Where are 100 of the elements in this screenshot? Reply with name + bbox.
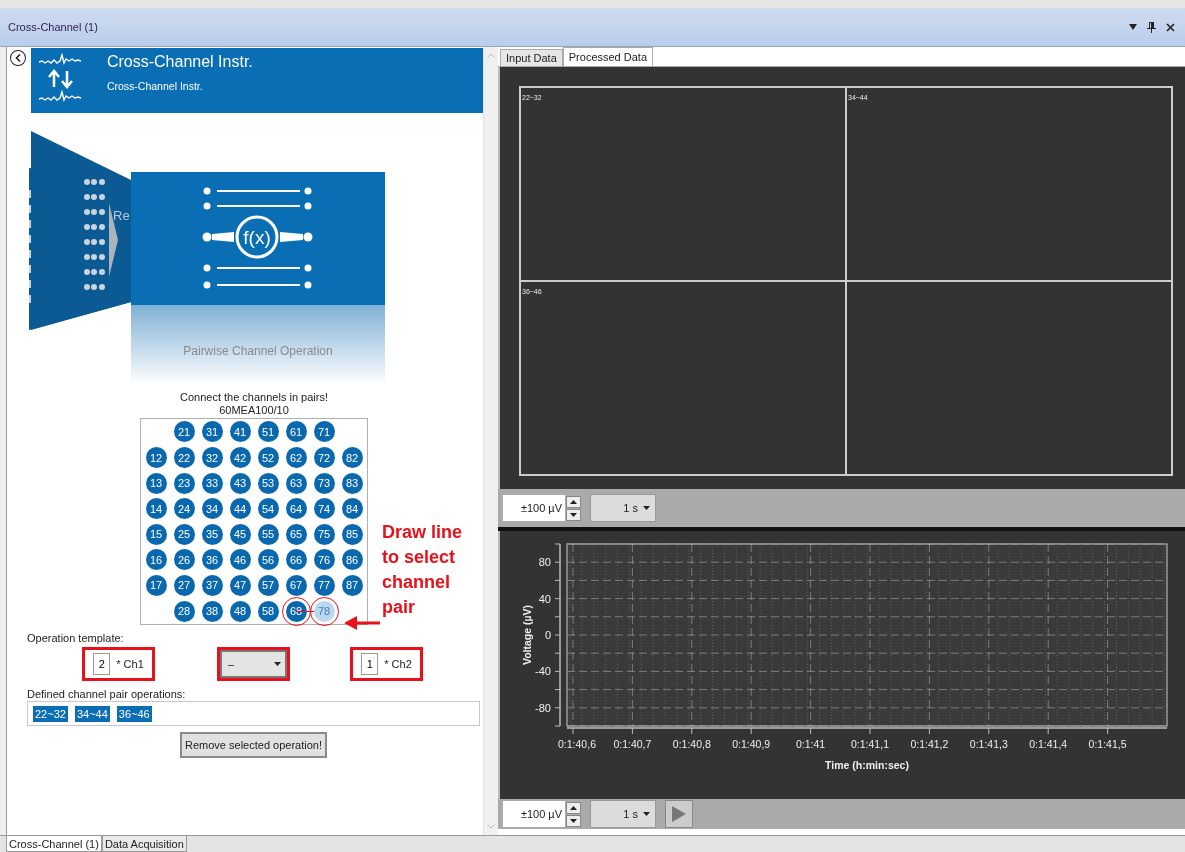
range-field[interactable]: ±100 µV <box>503 801 565 827</box>
electrode-button[interactable]: 13 <box>145 472 167 494</box>
electrode-button[interactable]: 66 <box>285 549 307 571</box>
electrode-button[interactable]: 27 <box>173 575 195 596</box>
layout-name: 60MEA100/10 <box>219 404 289 417</box>
document-tab[interactable]: Data Acquisition <box>101 836 187 852</box>
play-icon <box>672 806 686 822</box>
duration-dropdown[interactable]: 1 s <box>590 800 656 828</box>
annotation-text: to select <box>382 546 457 569</box>
electrode-button[interactable]: 77 <box>313 575 335 596</box>
electrode-button[interactable]: 14 <box>145 498 167 520</box>
electrode-button[interactable]: 71 <box>313 421 335 443</box>
range-field[interactable]: ±100 µV <box>503 495 565 521</box>
view-tab[interactable]: Input Data <box>500 49 563 66</box>
electrode-button[interactable]: 54 <box>257 498 279 520</box>
electrode-button[interactable]: 44 <box>229 498 251 520</box>
electrode-button[interactable]: 61 <box>285 421 307 443</box>
electrode-button[interactable]: 67 <box>285 575 307 596</box>
electrode-button[interactable]: 42 <box>229 447 251 468</box>
electrode-button[interactable]: 16 <box>145 549 167 571</box>
electrode-button[interactable]: 47 <box>229 575 251 596</box>
electrode-button[interactable]: 63 <box>285 472 307 494</box>
electrode-button[interactable]: 58 <box>257 600 279 622</box>
y-axis-title: Voltage (µV) <box>521 604 533 666</box>
electrode-button[interactable]: 78 <box>313 600 335 622</box>
electrode-button[interactable]: 15 <box>145 523 167 545</box>
x-axis-title: Time (h:min:sec) <box>825 759 909 771</box>
electrode-button[interactable]: 31 <box>201 421 223 443</box>
x-tick-label: 0:1:41,2 <box>910 738 949 750</box>
electrode-button[interactable]: 56 <box>257 549 279 571</box>
electrode-button[interactable]: 85 <box>341 523 363 545</box>
electrode-button[interactable]: 21 <box>173 421 195 443</box>
electrode-button[interactable]: 53 <box>257 472 279 494</box>
operation-item[interactable]: 22~32 <box>33 705 68 722</box>
electrode-button[interactable]: 84 <box>341 498 363 520</box>
electrode-button[interactable]: 26 <box>173 549 195 571</box>
dropdown-icon[interactable] <box>1129 24 1137 30</box>
electrode-button[interactable]: 34 <box>201 498 223 520</box>
caret-icon <box>643 812 650 816</box>
spin-down-button[interactable] <box>566 814 581 827</box>
factor-field[interactable]: 2 <box>93 653 111 675</box>
electrode-button[interactable]: 25 <box>173 523 195 545</box>
electrode-button[interactable]: 62 <box>285 447 307 468</box>
electrode-button[interactable]: 51 <box>257 421 279 443</box>
electrode-button[interactable]: 55 <box>257 523 279 545</box>
electrode-button[interactable]: 86 <box>341 549 363 571</box>
operation-item[interactable]: 36~46 <box>116 705 152 722</box>
electrode-button[interactable]: 73 <box>313 472 335 494</box>
electrode-button[interactable]: 74 <box>313 498 335 520</box>
electrode-button[interactable]: 22 <box>173 447 195 468</box>
operation-item[interactable]: 34~44 <box>74 705 110 722</box>
electrode-button[interactable]: 87 <box>341 575 363 596</box>
function-symbol: f(x) <box>243 227 271 248</box>
electrode-button[interactable]: 41 <box>229 421 251 443</box>
electrode-button[interactable]: 43 <box>229 472 251 494</box>
document-tab[interactable]: Cross-Channel (1) <box>6 836 102 852</box>
electrode-button[interactable]: 72 <box>313 447 335 468</box>
window-title: Cross-Channel (1) <box>8 21 98 33</box>
operator-dropdown[interactable]: – <box>220 650 287 678</box>
duration-dropdown[interactable]: 1 s <box>590 494 656 522</box>
electrode-button[interactable]: 38 <box>201 600 223 622</box>
scrollbar[interactable] <box>483 47 498 835</box>
electrode-button[interactable]: 46 <box>229 549 251 571</box>
electrode-button[interactable]: 75 <box>313 523 335 545</box>
electrode-button[interactable]: 32 <box>201 447 223 468</box>
electrode-button[interactable]: 64 <box>285 498 307 520</box>
spin-down-button[interactable] <box>566 508 581 521</box>
electrode-button[interactable]: 52 <box>257 447 279 468</box>
electrode-button[interactable]: 23 <box>173 472 195 494</box>
x-tick-label: 0:1:41,1 <box>851 738 889 750</box>
electrode-button[interactable]: 35 <box>201 523 223 545</box>
electrode-button[interactable]: 33 <box>201 472 223 494</box>
electrode-button[interactable]: 28 <box>173 600 195 622</box>
electrode-button[interactable]: 45 <box>229 523 251 545</box>
play-button[interactable] <box>665 800 693 828</box>
electrode-button[interactable]: 12 <box>145 447 167 468</box>
electrode-button[interactable]: 76 <box>313 549 335 571</box>
electrode-button[interactable]: 17 <box>145 575 167 596</box>
template-label: Operation template: <box>27 632 125 644</box>
electrode-button[interactable]: 36 <box>201 549 223 571</box>
electrode-button[interactable]: 48 <box>229 600 251 622</box>
x-tick-label: 0:1:41,5 <box>1088 738 1127 750</box>
electrode-button[interactable]: 37 <box>201 575 223 596</box>
close-icon[interactable] <box>1166 22 1175 32</box>
back-button[interactable] <box>10 50 26 66</box>
electrode-button[interactable]: 82 <box>341 447 363 468</box>
remove-operation-button[interactable]: Remove selected operation! <box>180 732 327 758</box>
factor-field[interactable]: 1 <box>361 653 379 675</box>
caret-icon <box>643 506 650 510</box>
electrode-button[interactable]: 65 <box>285 523 307 545</box>
x-tick-label: 0:1:40,8 <box>672 738 711 750</box>
x-tick-label: 0:1:41 <box>796 738 826 750</box>
electrode-button[interactable]: 57 <box>257 575 279 596</box>
spin-up-button[interactable] <box>566 801 581 814</box>
view-tab[interactable]: Processed Data <box>562 47 654 66</box>
electrode-button[interactable]: 83 <box>341 472 363 494</box>
chevron-up-icon <box>487 53 495 58</box>
spin-up-button[interactable] <box>566 495 581 508</box>
electrode-button[interactable]: 24 <box>173 498 195 520</box>
pin-icon[interactable] <box>1147 21 1156 33</box>
